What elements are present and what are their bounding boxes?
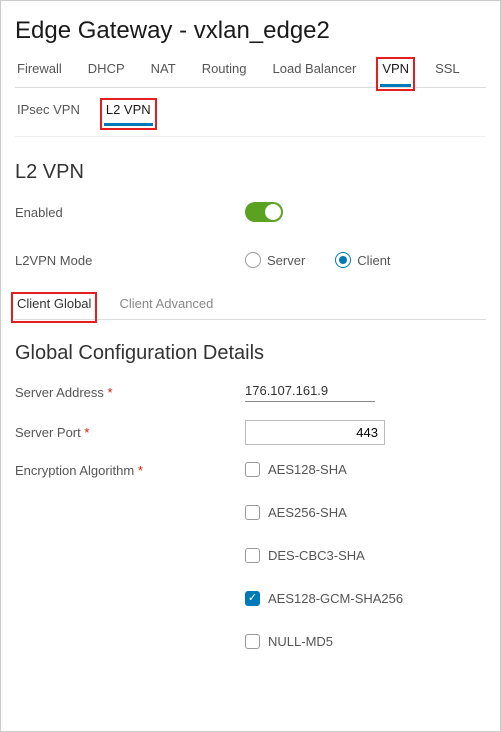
checkbox-icon bbox=[245, 462, 260, 477]
server-port-label: Server Port * bbox=[15, 425, 245, 440]
tab-firewall[interactable]: Firewall bbox=[15, 61, 64, 87]
server-address-label: Server Address * bbox=[15, 385, 245, 400]
checkbox-icon bbox=[245, 591, 260, 606]
encryption-algorithm-label: Encryption Algorithm * bbox=[15, 463, 245, 478]
client-subtabs: Client Global Client Advanced bbox=[15, 296, 486, 320]
tab-vpn[interactable]: VPN bbox=[380, 61, 411, 87]
checkbox-label: NULL-MD5 bbox=[268, 634, 333, 649]
checkbox-icon bbox=[245, 634, 260, 649]
l2vpn-mode-label: L2VPN Mode bbox=[15, 253, 245, 268]
checkbox-label: DES-CBC3-SHA bbox=[268, 548, 365, 563]
global-config-heading: Global Configuration Details bbox=[15, 342, 486, 365]
subtab-l2-vpn[interactable]: L2 VPN bbox=[104, 102, 153, 126]
server-port-input[interactable] bbox=[245, 420, 385, 445]
tab-dhcp[interactable]: DHCP bbox=[86, 61, 127, 87]
radio-server-label: Server bbox=[267, 253, 305, 268]
radio-icon bbox=[245, 252, 261, 268]
page-title: Edge Gateway - vxlan_edge2 bbox=[15, 17, 486, 45]
l2vpn-mode-radio-group: Server Client bbox=[245, 252, 391, 268]
vpn-subtabs: IPsec VPN L2 VPN bbox=[15, 102, 486, 137]
checkbox-aes128-gcm-sha256[interactable]: AES128-GCM-SHA256 bbox=[245, 591, 486, 606]
checkbox-icon bbox=[245, 505, 260, 520]
checkbox-icon bbox=[245, 548, 260, 563]
tab-client-global[interactable]: Client Global bbox=[15, 296, 93, 319]
checkbox-label: AES128-GCM-SHA256 bbox=[268, 591, 403, 606]
checkbox-label: AES128-SHA bbox=[268, 462, 347, 477]
radio-client-label: Client bbox=[357, 253, 390, 268]
server-address-input[interactable]: 176.107.161.9 bbox=[245, 383, 375, 402]
encryption-algorithm-options: AES128-SHA AES256-SHA DES-CBC3-SHA AES12… bbox=[245, 462, 486, 649]
subtab-ipsec-vpn[interactable]: IPsec VPN bbox=[15, 102, 82, 126]
tab-load-balancer[interactable]: Load Balancer bbox=[271, 61, 359, 87]
tab-ssl[interactable]: SSL bbox=[433, 61, 462, 87]
checkbox-null-md5[interactable]: NULL-MD5 bbox=[245, 634, 486, 649]
radio-icon bbox=[335, 252, 351, 268]
l2vpn-heading: L2 VPN bbox=[15, 161, 486, 184]
checkbox-aes256-sha[interactable]: AES256-SHA bbox=[245, 505, 486, 520]
checkbox-label: AES256-SHA bbox=[268, 505, 347, 520]
tab-nat[interactable]: NAT bbox=[149, 61, 178, 87]
radio-client[interactable]: Client bbox=[335, 252, 390, 268]
tab-client-advanced[interactable]: Client Advanced bbox=[117, 296, 215, 319]
checkbox-aes128-sha[interactable]: AES128-SHA bbox=[245, 462, 486, 477]
checkbox-des-cbc3-sha[interactable]: DES-CBC3-SHA bbox=[245, 548, 486, 563]
main-tabs: Firewall DHCP NAT Routing Load Balancer … bbox=[15, 61, 486, 88]
enabled-label: Enabled bbox=[15, 205, 245, 220]
tab-routing[interactable]: Routing bbox=[200, 61, 249, 87]
radio-server[interactable]: Server bbox=[245, 252, 305, 268]
enabled-toggle[interactable] bbox=[245, 202, 283, 222]
